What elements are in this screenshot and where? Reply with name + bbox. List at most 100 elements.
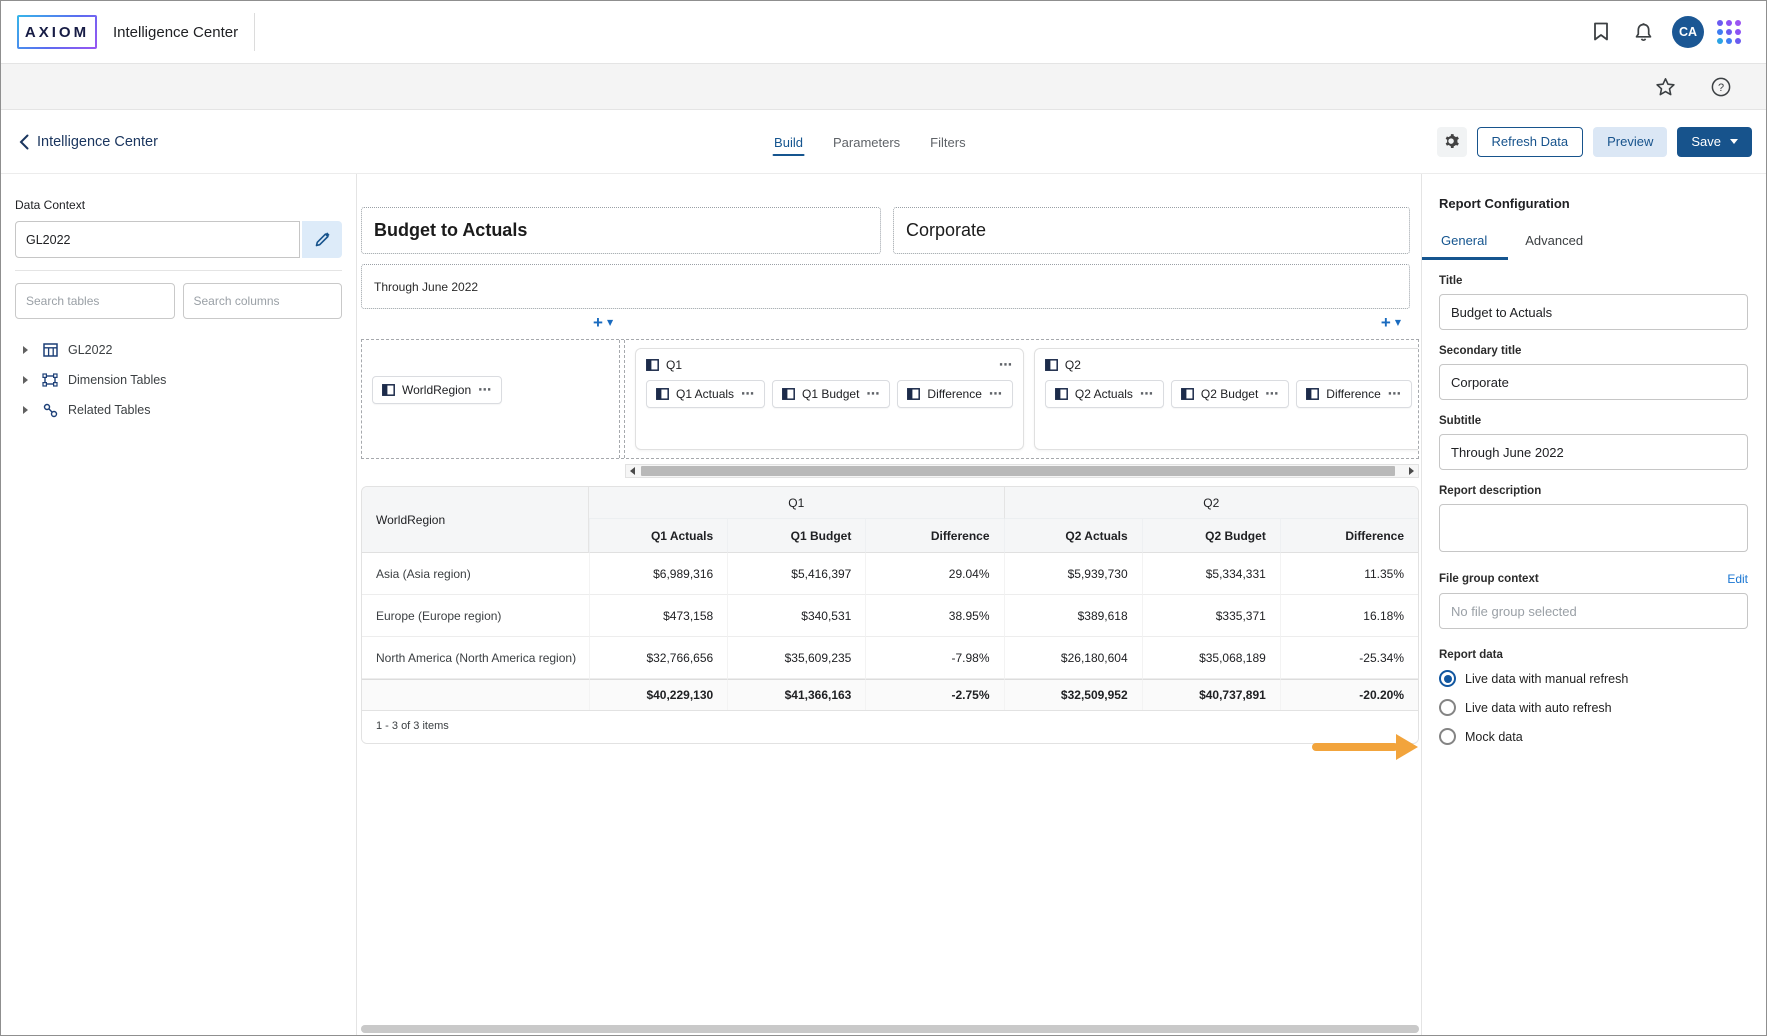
file-group-edit-link[interactable]: Edit: [1727, 572, 1748, 586]
more-options-icon[interactable]: ⋯: [1265, 388, 1279, 401]
radio-selected-icon[interactable]: [1439, 670, 1456, 687]
group-label: Q1: [666, 358, 682, 372]
favorite-star-icon[interactable]: [1648, 70, 1682, 104]
page-nav-row: Intelligence Center Build Parameters Fil…: [1, 110, 1766, 174]
nav-actions: Refresh Data Preview Save: [1437, 127, 1752, 157]
table-row-header: WorldRegion: [362, 487, 589, 553]
radio-live-auto-refresh[interactable]: Live data with auto refresh: [1439, 699, 1748, 716]
worldregion-chip[interactable]: WorldRegion ⋯: [372, 376, 502, 404]
radio-unselected-icon[interactable]: [1439, 699, 1456, 716]
radio-live-manual-refresh[interactable]: Live data with manual refresh: [1439, 670, 1748, 687]
table-group-header-q1: Q1: [589, 487, 1003, 519]
canvas-horizontal-scrollbar[interactable]: [361, 1025, 1419, 1033]
table-pagination-status: 1 - 3 of 3 items: [362, 710, 1418, 743]
column-icon: [656, 388, 669, 400]
save-button[interactable]: Save: [1677, 127, 1752, 157]
refresh-data-button[interactable]: Refresh Data: [1477, 127, 1584, 157]
data-context-sidebar: Data Context GL2022: [1, 174, 357, 1035]
notifications-bell-icon[interactable]: [1626, 15, 1660, 49]
data-context-input[interactable]: [15, 221, 300, 258]
expander-icon[interactable]: [23, 346, 28, 354]
chip-q2-budget[interactable]: Q2 Budget ⋯: [1171, 380, 1289, 408]
plus-icon[interactable]: +: [593, 314, 603, 331]
caret-down-icon[interactable]: ▼: [607, 318, 613, 327]
more-options-icon[interactable]: ⋯: [478, 384, 492, 397]
chip-q1-difference[interactable]: Difference ⋯: [897, 380, 1012, 408]
radio-mock-data[interactable]: Mock data: [1439, 728, 1748, 745]
expander-icon[interactable]: [23, 376, 28, 384]
preview-button[interactable]: Preview: [1593, 127, 1667, 157]
more-options-icon[interactable]: ⋯: [999, 359, 1013, 372]
tab-parameters[interactable]: Parameters: [831, 125, 902, 158]
search-columns-input[interactable]: [183, 283, 343, 319]
tab-advanced[interactable]: Advanced: [1523, 227, 1585, 260]
chip-q1-budget[interactable]: Q1 Budget ⋯: [772, 380, 890, 408]
more-options-icon[interactable]: ⋯: [1388, 388, 1402, 401]
back-chevron-icon: [19, 134, 29, 150]
help-icon[interactable]: ?: [1704, 70, 1738, 104]
tree-item-dimension-tables[interactable]: Dimension Tables: [15, 365, 342, 395]
report-builder-canvas: Budget to Actuals Corporate Through June…: [357, 174, 1421, 1035]
more-options-icon[interactable]: ⋯: [741, 388, 755, 401]
bookmark-icon[interactable]: [1584, 15, 1618, 49]
more-options-icon[interactable]: ⋯: [989, 388, 1003, 401]
table-row: Europe (Europe region) $473,158 $340,531…: [362, 595, 1418, 637]
table-col-header: Difference: [865, 519, 1003, 553]
secondary-title-field[interactable]: [1439, 364, 1748, 400]
title-field[interactable]: [1439, 294, 1748, 330]
more-options-icon[interactable]: ⋯: [866, 388, 880, 401]
edit-data-context-button[interactable]: [302, 221, 342, 258]
columns-horizontal-scrollbar[interactable]: [625, 464, 1419, 478]
table-row: Asia (Asia region) $6,989,316 $5,416,397…: [362, 553, 1418, 595]
back-link[interactable]: Intelligence Center: [19, 134, 158, 150]
save-dropdown-caret-icon[interactable]: [1730, 139, 1738, 144]
table-col-header: Q1 Actuals: [589, 519, 727, 553]
group-label: Q2: [1065, 358, 1081, 372]
settings-gear-button[interactable]: [1437, 127, 1467, 157]
tab-general[interactable]: General: [1439, 227, 1489, 260]
scrollbar-thumb[interactable]: [641, 466, 1395, 476]
pencil-icon: [315, 232, 330, 247]
file-group-field[interactable]: [1439, 593, 1748, 629]
add-column-left-control[interactable]: + ▼: [593, 314, 613, 331]
tree-item-gl2022[interactable]: GL2022: [15, 335, 342, 365]
more-options-icon[interactable]: ⋯: [1140, 388, 1154, 401]
column-icon: [646, 359, 659, 371]
scroll-left-arrow-icon[interactable]: [630, 467, 635, 475]
add-column-right-control[interactable]: + ▼: [1381, 314, 1401, 331]
chip-q2-difference[interactable]: Difference ⋯: [1296, 380, 1411, 408]
annotation-arrow: [1312, 734, 1418, 760]
group-q1[interactable]: Q1 ⋯ Q1 Actuals ⋯ Q1 Budget: [635, 348, 1024, 450]
gear-icon: [1443, 133, 1460, 150]
expander-icon[interactable]: [23, 406, 28, 414]
subtitle-field[interactable]: [1439, 434, 1748, 470]
column-icon: [1306, 388, 1319, 400]
search-tables-input[interactable]: [15, 283, 175, 319]
tree-item-related-tables[interactable]: Related Tables: [15, 395, 342, 425]
report-description-field[interactable]: [1439, 504, 1748, 552]
row-dimension-zone[interactable]: WorldRegion ⋯: [362, 340, 620, 458]
column-groups-zone[interactable]: Q1 ⋯ Q1 Actuals ⋯ Q1 Budget: [624, 340, 1418, 458]
avatar[interactable]: CA: [1672, 16, 1704, 48]
chip-q2-actuals[interactable]: Q2 Actuals ⋯: [1045, 380, 1164, 408]
axiom-logo: AXIOM: [17, 15, 97, 49]
description-field-label: Report description: [1439, 485, 1748, 497]
back-link-label: Intelligence Center: [37, 134, 158, 150]
app-grid-icon[interactable]: [1712, 15, 1746, 49]
column-icon: [907, 388, 920, 400]
active-tab-underline: [1422, 257, 1508, 260]
scrollbar-thumb[interactable]: [361, 1025, 1419, 1033]
report-secondary-title-block[interactable]: Corporate: [893, 207, 1410, 254]
caret-down-icon[interactable]: ▼: [1395, 318, 1401, 327]
data-context-label: Data Context: [15, 198, 342, 212]
plus-icon[interactable]: +: [1381, 314, 1391, 331]
report-subtitle-block[interactable]: Through June 2022: [361, 264, 1410, 309]
report-data-label: Report data: [1439, 649, 1748, 661]
report-title-block[interactable]: Budget to Actuals: [361, 207, 881, 254]
radio-unselected-icon[interactable]: [1439, 728, 1456, 745]
chip-q1-actuals[interactable]: Q1 Actuals ⋯: [646, 380, 765, 408]
tab-build[interactable]: Build: [772, 125, 805, 158]
scroll-right-arrow-icon[interactable]: [1409, 467, 1414, 475]
tab-filters[interactable]: Filters: [928, 125, 967, 158]
group-q2[interactable]: Q2 ⋯ Q2 Actuals ⋯ Q2 Budget: [1034, 348, 1418, 450]
